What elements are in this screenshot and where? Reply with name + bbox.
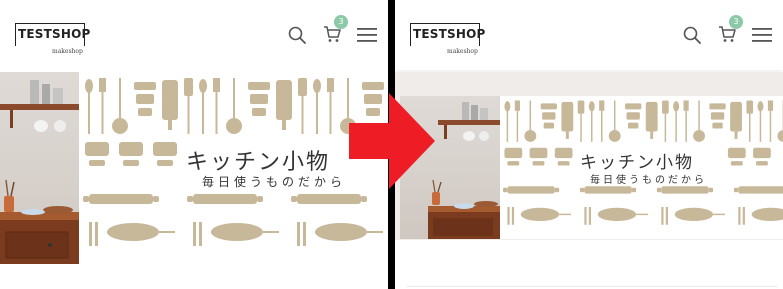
search-icon[interactable] [683, 26, 701, 44]
cart-count-badge: 3 [729, 15, 743, 29]
search-icon[interactable] [288, 26, 306, 44]
hero-banner[interactable]: キッチン小物 毎日使うものだから [0, 72, 388, 264]
logo-subtext: makeshop [447, 48, 478, 55]
hamburger-menu-icon[interactable] [357, 28, 377, 42]
banner-subtitle: 毎日使うものだから [590, 175, 707, 186]
hero-banner-area: キッチン小物 毎日使うものだから [395, 72, 783, 240]
banner-title: キッチン小物 [580, 153, 694, 173]
shop-logo[interactable]: TESTSHOP makeshop [15, 23, 90, 55]
banner-title: キッチン小物 [186, 150, 331, 175]
logo-subtext: makeshop [52, 48, 83, 55]
site-header: TESTSHOP makeshop 3 [0, 0, 388, 70]
hamburger-menu-icon[interactable] [752, 28, 772, 42]
cart-count-badge: 3 [334, 15, 348, 29]
before-panel: TESTSHOP makeshop 3 キッチン小物 毎日使うものだから [0, 0, 388, 289]
arrow-right-icon [349, 93, 435, 189]
shop-logo[interactable]: TESTSHOP makeshop [410, 23, 485, 55]
kitchen-photo-illustration [0, 80, 79, 264]
logo-text: TESTSHOP [18, 27, 91, 41]
logo-text: TESTSHOP [413, 27, 486, 41]
content-divider [407, 286, 777, 287]
site-header: TESTSHOP makeshop 3 [395, 0, 783, 70]
kitchen-photo [0, 72, 79, 264]
banner-subtitle: 毎日使うものだから [202, 175, 347, 189]
hero-banner[interactable]: キッチン小物 毎日使うものだから [400, 96, 783, 239]
after-panel: TESTSHOP makeshop 3 キッチン小物 毎日使うものだから [395, 0, 783, 289]
